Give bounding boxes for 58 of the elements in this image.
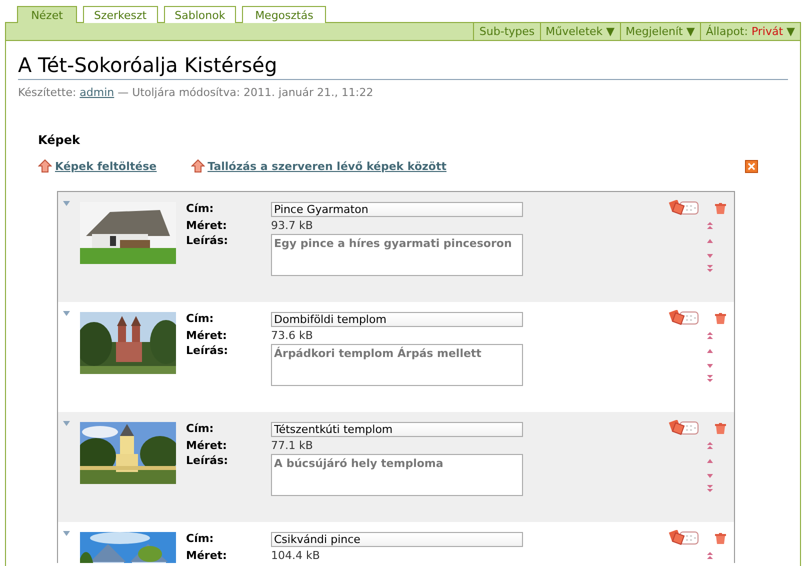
size-value: 77.1 kB — [271, 439, 314, 452]
tab[interactable]: Nézet — [17, 6, 77, 23]
move-bottom-icon[interactable] — [706, 374, 714, 384]
page-title: A Tét-Sokoróalja Kistérség — [18, 53, 788, 80]
trash-icon[interactable] — [714, 533, 726, 544]
drag-handle-icon[interactable] — [668, 530, 699, 545]
description-field[interactable]: A búcsújáró hely temploma — [271, 454, 523, 496]
title-field[interactable]: Dombiföldi templom — [271, 312, 523, 327]
drag-handle-icon[interactable] — [668, 200, 699, 215]
size-value: 73.6 kB — [271, 329, 314, 342]
field-label: Cím: — [186, 202, 215, 217]
trash-icon[interactable] — [714, 423, 726, 434]
move-bottom-icon[interactable] — [706, 264, 714, 274]
field-label: Leírás: — [186, 454, 230, 469]
collapse-arrow-icon[interactable] — [63, 531, 70, 536]
trash-icon[interactable] — [714, 313, 726, 324]
move-top-icon[interactable] — [706, 550, 714, 560]
tab[interactable]: Szerkeszt — [83, 6, 158, 23]
author-link[interactable]: admin — [80, 86, 114, 99]
tab[interactable]: Sablonok — [164, 6, 236, 23]
field-label: Leírás: — [186, 234, 230, 249]
upload-link[interactable]: Képek feltöltése — [55, 160, 157, 172]
upload-link[interactable]: Tallózás a szerveren lévő képek között — [208, 160, 446, 172]
drag-handle-icon[interactable] — [668, 310, 699, 325]
menu-item[interactable]: Megjelenít ▼ — [620, 23, 700, 40]
title-field[interactable]: Csikvándi pince — [271, 532, 523, 547]
drag-handle-icon[interactable] — [668, 420, 699, 435]
size-value: 104.4 kB — [271, 549, 321, 562]
field-label: Méret: — [186, 219, 228, 232]
description-field[interactable]: Egy pince a híres gyarmati pincesoron — [271, 234, 523, 276]
field-label: Méret: — [186, 329, 228, 342]
collapse-arrow-icon[interactable] — [63, 311, 70, 316]
field-label: Cím: — [186, 532, 215, 547]
field-label: Méret: — [186, 439, 228, 452]
move-bottom-icon[interactable] — [706, 484, 714, 494]
size-value: 93.7 kB — [271, 219, 314, 232]
field-label: Méret: — [186, 549, 228, 562]
move-top-icon[interactable] — [706, 440, 714, 450]
description-field[interactable]: Árpádkori templom Árpás mellett — [271, 344, 523, 386]
upload-arrow-icon — [38, 159, 52, 173]
byline-text: Készítette: admin — Utoljára módosítva: 2011. január 21., 11:22 — [18, 86, 374, 99]
title-field[interactable]: Pince Gyarmaton — [271, 202, 523, 217]
tab[interactable]: Megosztás — [242, 6, 326, 23]
menu-item[interactable]: Állapot: Privát ▼ — [700, 23, 800, 40]
section-heading: Képek — [38, 133, 81, 147]
field-label: Leírás: — [186, 344, 230, 359]
menu-item[interactable]: Műveletek ▼ — [540, 23, 620, 40]
field-label: Cím: — [186, 312, 215, 327]
trash-icon[interactable] — [714, 203, 726, 214]
close-icon[interactable] — [745, 160, 758, 172]
collapse-arrow-icon[interactable] — [63, 421, 70, 426]
field-label: Cím: — [186, 422, 215, 437]
move-top-icon[interactable] — [706, 220, 714, 230]
menu-item[interactable]: Sub-types — [473, 23, 540, 40]
title-field[interactable]: Tétszentkúti templom — [271, 422, 523, 437]
move-top-icon[interactable] — [706, 330, 714, 340]
upload-arrow-icon — [190, 159, 205, 173]
collapse-arrow-icon[interactable] — [63, 201, 70, 206]
